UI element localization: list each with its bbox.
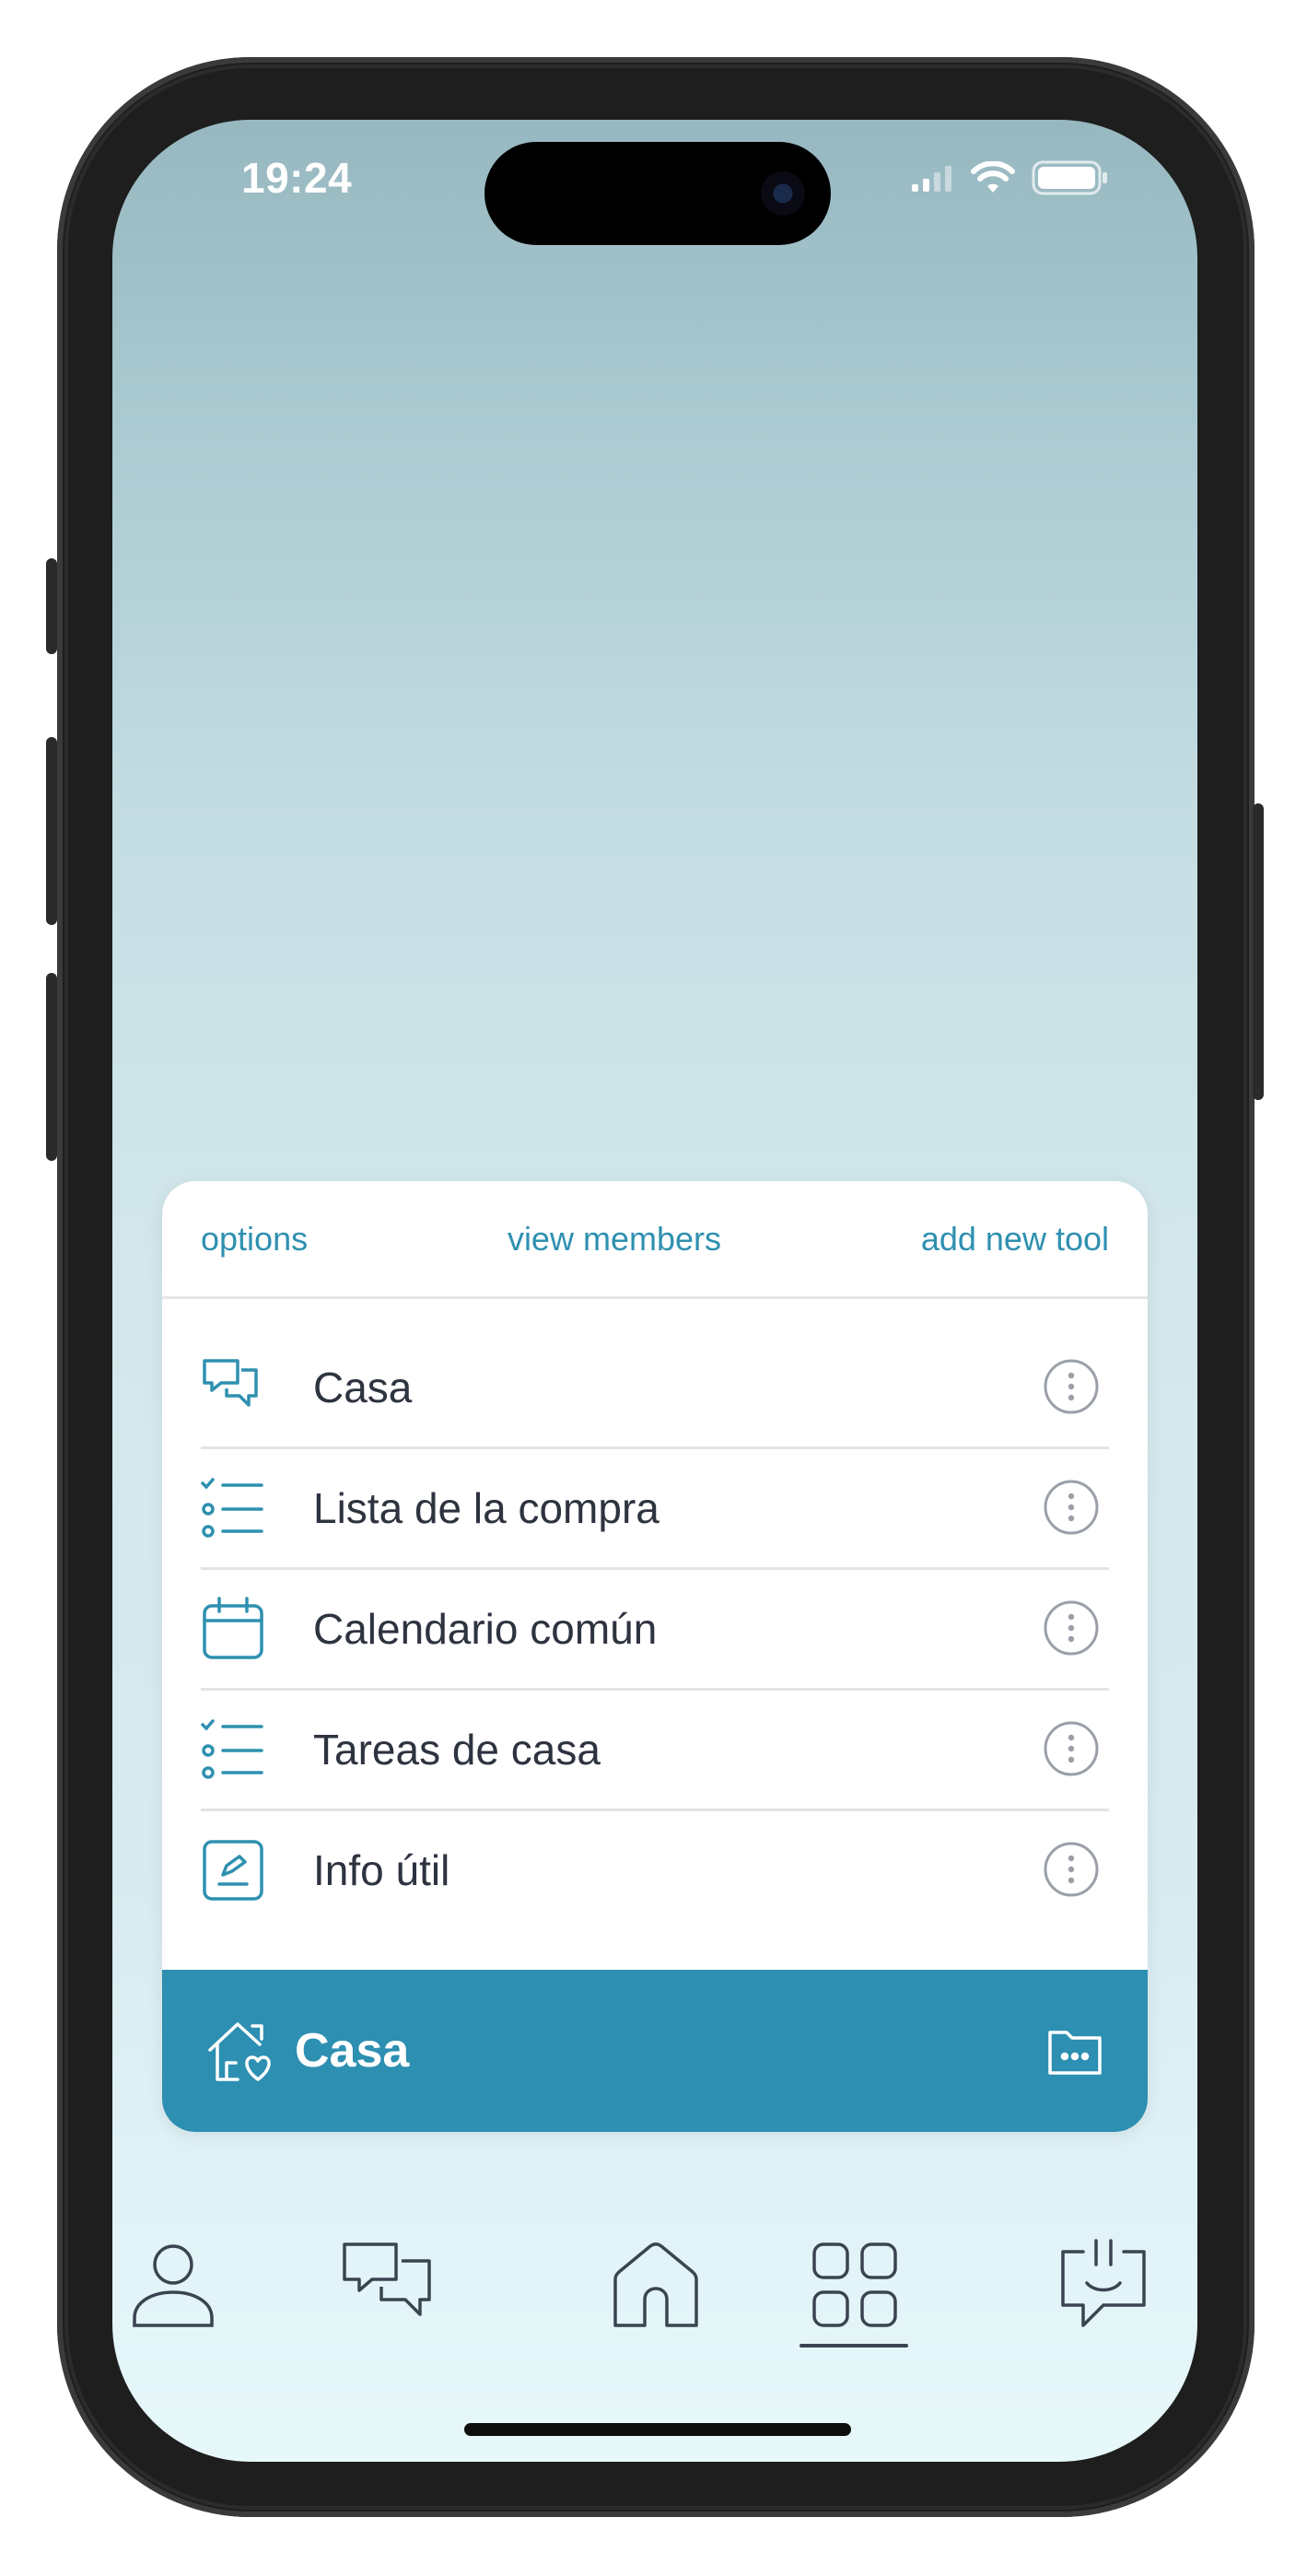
note-icon (201, 1838, 265, 1903)
home-icon (613, 2242, 698, 2327)
options-link[interactable]: options (201, 1220, 308, 1259)
status-icons (912, 160, 1109, 195)
view-members-link[interactable]: view members (508, 1220, 721, 1259)
more-options-icon[interactable] (1043, 1599, 1100, 1657)
list-item-label: Info útil (313, 1846, 450, 1894)
battery-icon (1032, 160, 1107, 195)
more-options-icon[interactable] (1043, 1358, 1100, 1415)
cellular-signal-icon (912, 166, 951, 192)
status-bar: 19:24 (112, 120, 1197, 245)
profile-icon (133, 2244, 214, 2327)
space-selector[interactable]: Casa (162, 1970, 1148, 2132)
tools-list: Casa Lista de la compra Calendario común… (201, 1329, 1109, 1929)
selected-tab-indicator (799, 2344, 908, 2348)
chat-icon (343, 2242, 431, 2316)
volume-down-button (46, 973, 57, 1161)
feedback-icon (1061, 2239, 1146, 2327)
volume-up-button (46, 737, 57, 925)
tab-tools[interactable] (799, 2230, 910, 2340)
tools-panel: options view members add new tool Casa L… (162, 1181, 1148, 2132)
home-indicator (464, 2423, 851, 2436)
dynamic-island (484, 142, 831, 245)
wifi-icon (971, 161, 1015, 193)
list-item[interactable]: Lista de la compra (201, 1449, 1109, 1570)
camera-icon (761, 171, 805, 216)
tab-chat[interactable] (333, 2230, 444, 2340)
power-button (1253, 803, 1264, 1100)
screen: 19:24 options view members add new tool … (112, 120, 1197, 2462)
tab-feedback[interactable] (1048, 2230, 1159, 2340)
list-item-label: Casa (313, 1364, 413, 1411)
chat-icon (201, 1355, 265, 1420)
space-title: Casa (295, 2024, 410, 2078)
checklist-icon (201, 1717, 265, 1782)
add-new-tool-link[interactable]: add new tool (921, 1220, 1109, 1259)
home-heart-icon (208, 2022, 271, 2081)
action-button (46, 558, 57, 654)
list-item[interactable]: Info útil (201, 1811, 1109, 1929)
tab-home[interactable] (601, 2230, 711, 2340)
list-item[interactable]: Tareas de casa (201, 1691, 1109, 1811)
folder-more-icon[interactable] (1046, 2025, 1103, 2077)
calendar-icon (201, 1597, 265, 1661)
grid-icon (812, 2242, 897, 2327)
list-item-label: Tareas de casa (313, 1726, 601, 1774)
more-options-icon[interactable] (1043, 1479, 1100, 1536)
checklist-icon (201, 1476, 265, 1540)
status-time: 19:24 (241, 154, 353, 202)
tools-panel-header: options view members add new tool (162, 1181, 1148, 1299)
bottom-tab-bar (112, 2230, 1197, 2377)
list-item[interactable]: Casa (201, 1329, 1109, 1449)
more-options-icon[interactable] (1043, 1841, 1100, 1898)
list-item-label: Lista de la compra (313, 1484, 659, 1532)
list-item[interactable]: Calendario común (201, 1570, 1109, 1691)
list-item-label: Calendario común (313, 1605, 658, 1653)
tab-profile[interactable] (118, 2230, 228, 2340)
more-options-icon[interactable] (1043, 1720, 1100, 1777)
